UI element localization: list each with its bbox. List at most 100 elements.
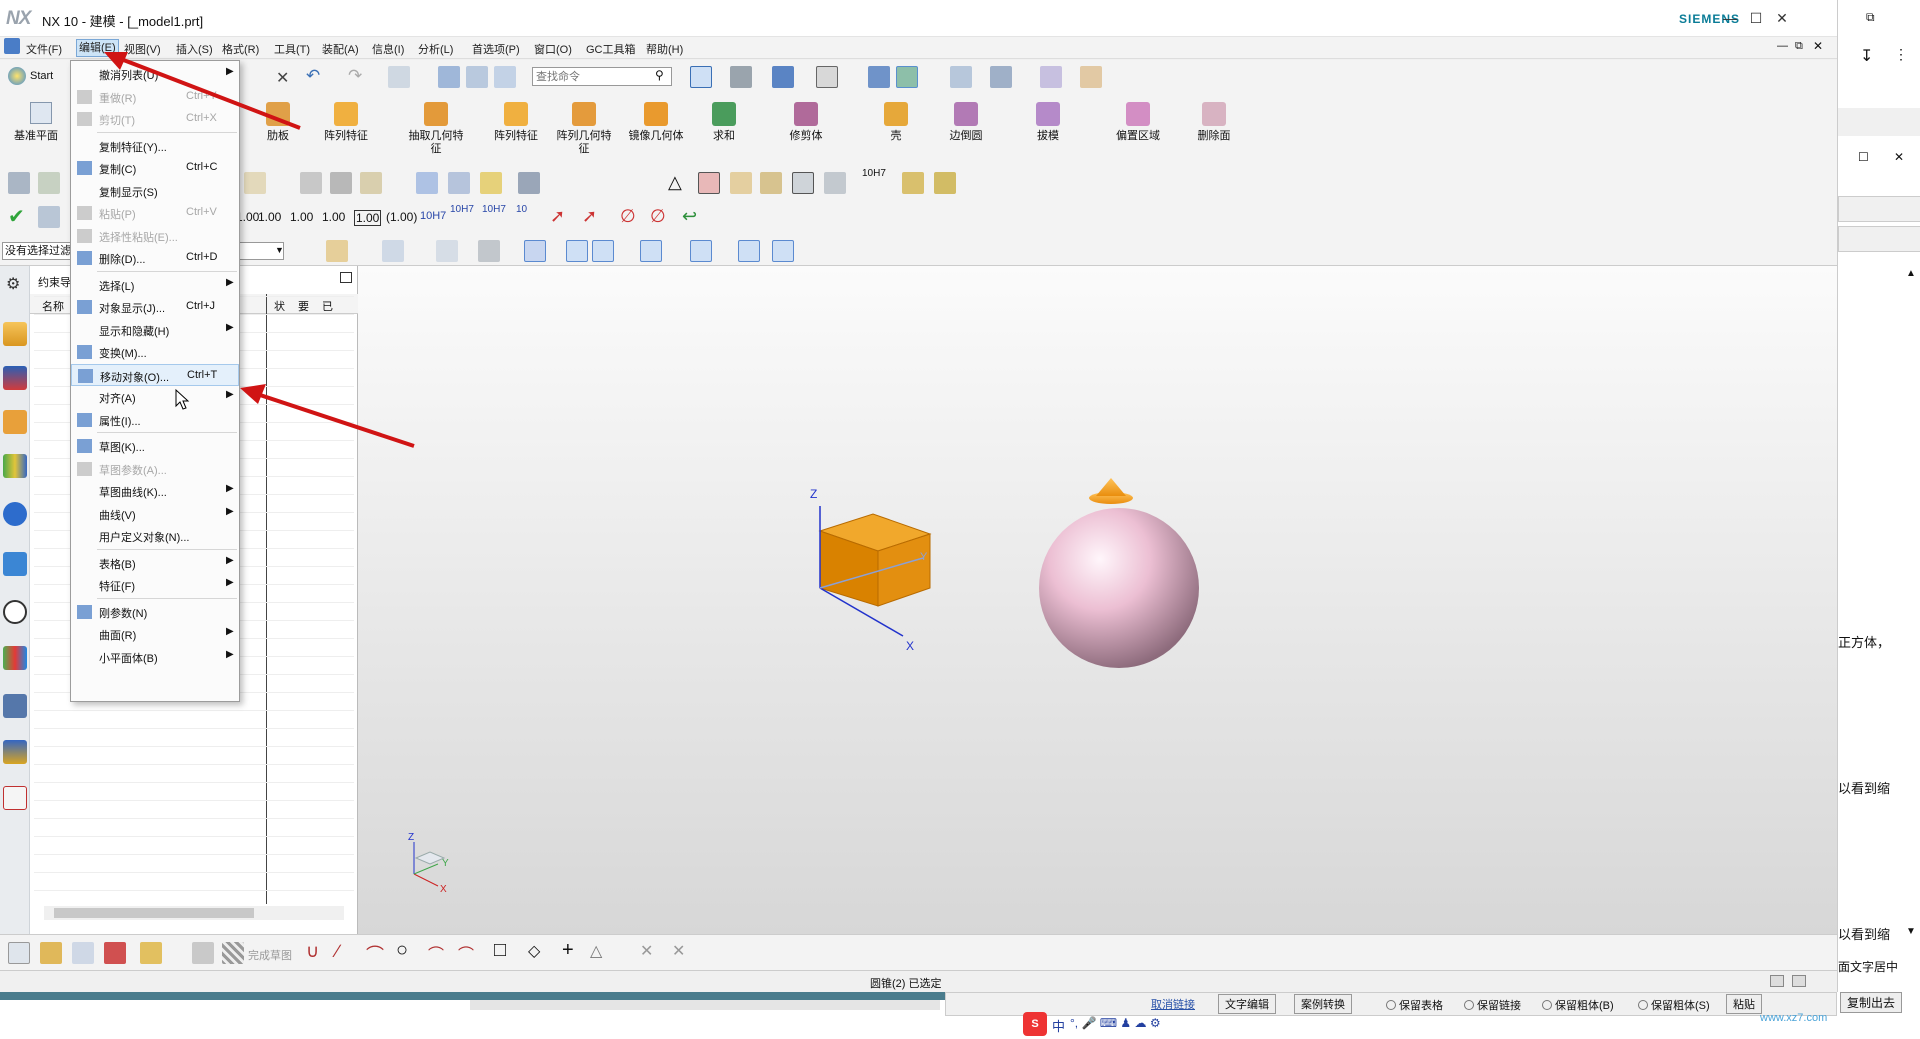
return-icon[interactable]: ↩ [682,206,697,227]
edit-menu-item-11[interactable]: 显示和隐藏(H) ▶ [71,319,239,341]
keep-bold-b-option[interactable]: 保留粗体(B) [1542,997,1614,1013]
scroll-up-icon[interactable]: ▲ [1906,268,1916,279]
menu-4[interactable]: 格式(R) [222,41,259,57]
feature-3-icon[interactable] [504,102,528,126]
more-icon[interactable]: ⋮ [1894,46,1908,63]
cylinder-icon[interactable] [416,172,438,194]
line-dim-icon[interactable]: ➚ [550,206,565,227]
feature-8-label[interactable]: 壳 [866,130,926,143]
trim-curve-icon[interactable] [330,172,352,194]
menu-10[interactable]: 窗口(O) [534,41,572,57]
menu-0[interactable]: 文件(F) [26,41,62,57]
dim-3[interactable]: 1.00 [290,210,313,224]
dim-4[interactable]: 1.00 [322,210,345,224]
menu-3[interactable]: 插入(S) [176,41,213,57]
maximize-button[interactable]: ☐ [1744,7,1768,29]
reuse-library-icon[interactable] [3,454,27,478]
keep-link-option[interactable]: 保留链接 [1464,997,1521,1013]
close-button[interactable]: ✕ [1770,7,1794,29]
feature-6-icon[interactable] [712,102,736,126]
sketch-group-icon[interactable] [140,942,162,964]
feature-6-label[interactable]: 求和 [694,130,754,143]
part-navigator-icon[interactable] [3,322,27,346]
gear-icon[interactable]: ⚙ [6,274,20,294]
point-icon[interactable] [1040,66,1062,88]
control-point-icon[interactable] [640,240,662,262]
system-scene-icon[interactable] [3,786,27,810]
layer-icon[interactable] [38,172,60,194]
edit-menu-item-0[interactable]: 撤消列表(U) ▶ [71,63,239,85]
maximize-panel-icon[interactable] [340,272,352,283]
text-edit-button[interactable]: 文字编辑 [1218,994,1276,1014]
edit-menu-item-20[interactable]: 用户定义对象(N)... [71,525,239,547]
feature-3-label[interactable]: 阵列特征 [486,130,546,143]
role-icon[interactable] [3,740,27,764]
intersection-icon[interactable] [738,240,760,262]
doc-minimize-icon[interactable]: — [1777,40,1788,52]
link-icon[interactable] [438,66,460,88]
torus-icon[interactable] [480,172,502,194]
web-browser-icon[interactable] [3,552,27,576]
feature-12-label[interactable]: 删除面 [1184,130,1244,143]
arc-icon[interactable]: ⌒ [366,941,384,967]
select-all-icon[interactable] [382,240,404,262]
edit-menu-item-21[interactable]: 表格(B) ▶ [71,552,239,574]
render-style-icon[interactable] [730,66,752,88]
edit-menu-item-24[interactable]: 曲面(R) ▶ [71,623,239,645]
dim-2[interactable]: 1.00 [258,210,281,224]
feature-0-label[interactable]: 肋板 [248,130,308,143]
weld-icon[interactable] [902,172,924,194]
doc-close-icon[interactable]: ✕ [1813,39,1823,53]
horizontal-scrollbar[interactable] [44,906,344,920]
download-icon[interactable]: ↧ [1860,46,1873,66]
edit-menu-item-3[interactable]: 复制特征(Y)... [71,135,239,157]
start-menu-button[interactable]: Start [30,70,53,82]
tol-3[interactable]: 10H7 [482,204,506,215]
face-select-icon[interactable] [478,240,500,262]
keep-table-option[interactable]: 保留表格 [1386,997,1443,1013]
feature-12-icon[interactable] [1202,102,1226,126]
existing-point-icon[interactable] [772,240,794,262]
paste-button[interactable]: 粘贴 [1726,994,1762,1014]
assembly-navigator-icon[interactable] [3,366,27,390]
feature-9-label[interactable]: 边倒圆 [936,130,996,143]
feature-10-label[interactable]: 拔模 [1018,130,1078,143]
restore-icon[interactable]: ⧉ [1866,10,1875,25]
feature-5-icon[interactable] [644,102,668,126]
edit-menu-item-1[interactable]: 重做(R) Ctrl+Y [71,86,239,108]
command-search-input[interactable] [532,67,672,86]
panel-restore-icon[interactable]: ☐ [1858,150,1869,164]
ime-toolbar-icons[interactable]: °, 🎤 ⌨ ♟ ☁ ⚙ [1070,1016,1161,1030]
radius-icon[interactable]: ∅ [650,206,666,227]
tol-4[interactable]: 10 [516,204,527,215]
measure-icon[interactable] [1080,66,1102,88]
feature-11-label[interactable]: 偏置区域 [1108,130,1168,143]
table-icon[interactable] [698,172,720,194]
move-view-icon[interactable] [990,66,1012,88]
edit-menu-item-4[interactable]: 复制(C) Ctrl+C [71,157,239,179]
assembly-icon[interactable] [494,66,516,88]
curve-icon[interactable] [300,172,322,194]
thread-icon[interactable] [518,172,540,194]
status-icon-2[interactable] [1792,975,1806,987]
edit-menu-item-13[interactable]: 移动对象(O)... Ctrl+T [71,363,239,386]
finish-sketch-label[interactable]: 完成草图 [248,947,292,963]
wave-geometry-icon[interactable] [466,66,488,88]
analysis-icon[interactable] [38,206,60,228]
clip-section-icon[interactable] [868,66,890,88]
edit-menu-item-17[interactable]: 草图参数(A)... [71,458,239,480]
datum-plane-icon[interactable] [30,102,52,124]
part-list-icon[interactable] [760,172,782,194]
fillet-icon[interactable]: ⌒ [428,941,444,965]
feature-2-icon[interactable] [424,102,448,126]
edit-menu-item-16[interactable]: 草图(K)... [71,435,239,457]
edit-menu-item-7[interactable]: 选择性粘贴(E)... [71,225,239,247]
rectangle-select-icon[interactable] [436,240,458,262]
tol-1[interactable]: 10H7 [420,210,446,222]
menu-12[interactable]: 帮助(H) [646,41,683,57]
selection-scope-icon[interactable] [326,240,348,262]
feature-1-icon[interactable] [334,102,358,126]
feature-7-label[interactable]: 修剪体 [776,130,836,143]
constraint-navigator-icon[interactable] [3,410,27,434]
snap-icon[interactable] [950,66,972,88]
